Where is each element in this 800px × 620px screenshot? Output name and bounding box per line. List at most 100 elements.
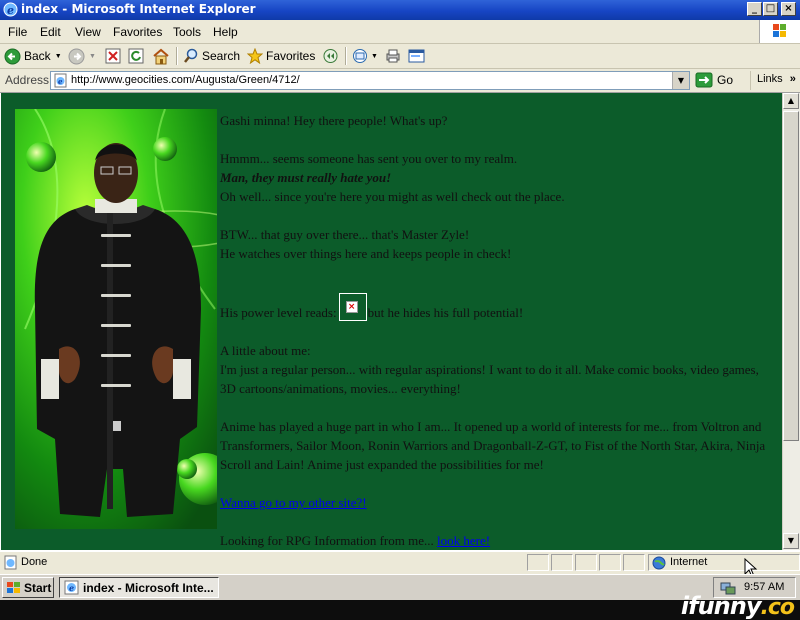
menu-help[interactable]: Help [213,25,238,39]
go-icon [695,72,713,88]
back-label: Back [24,49,51,63]
page-icon: e [54,73,67,88]
favorites-icon [247,48,263,64]
stop-button[interactable] [105,47,121,65]
menu-favorites[interactable]: Favorites [113,25,162,39]
svg-text:e: e [7,4,14,17]
go-label: Go [717,73,734,87]
favorites-label: Favorites [266,49,316,63]
refresh-icon [128,48,144,64]
status-pane [551,554,573,571]
address-url: http://www.geocities.com/Augusta/Green/4… [71,74,300,86]
status-bar: Done Internet [0,551,800,578]
menu-edit[interactable]: Edit [40,25,61,39]
rpg-prefix: Looking for RPG Information from me... [220,533,434,548]
address-label: Address [5,73,50,87]
address-bar: Address e http://www.geocities.com/Augus… [0,69,800,93]
status-text: Done [21,556,48,568]
menu-bar: File Edit View Favorites Tools Help [0,20,800,44]
menu-view[interactable]: View [75,25,101,39]
mail-icon [353,49,367,63]
links-label: Links [757,73,783,85]
edit-icon [408,49,425,63]
window-title: index - Microsoft Internet Explorer [21,2,256,16]
media-button[interactable] [322,47,339,65]
watermark-suffix: .co [760,595,795,620]
master-zyle-image [15,109,217,529]
watch-text: He watches over things here and keeps pe… [220,246,512,261]
menu-tools[interactable]: Tools [173,25,201,39]
svg-text:e: e [58,77,63,86]
chevron-down-icon[interactable]: ▼ [55,53,62,60]
search-button[interactable]: Search [183,47,240,65]
scroll-up-icon[interactable]: ▲ [783,93,799,109]
ie-icon: e [3,2,18,17]
scroll-thumb[interactable] [783,111,799,441]
menu-file[interactable]: File [8,25,27,39]
stop-icon [105,48,121,64]
chevron-right-icon: » [789,73,796,85]
rpg-text: Looking for RPG Information from me... l… [220,531,775,550]
mail-button[interactable]: ▼ [352,47,378,65]
title-bar[interactable]: e index - Microsoft Internet Explorer _ … [0,0,800,20]
maximize-button[interactable]: □ [763,2,778,16]
status-pane [623,554,645,571]
close-button[interactable]: × [781,2,796,16]
go-button[interactable]: Go [695,72,733,88]
status-pane [575,554,597,571]
edit-button[interactable] [408,47,425,65]
about-heading: A little about me: [220,343,311,358]
toolbar-separator [176,47,178,65]
links-button[interactable]: Links » [750,71,799,90]
page-text: Gashi minna! Hey there people! What's up… [220,111,775,550]
address-input[interactable]: e http://www.geocities.com/Augusta/Green… [50,71,690,90]
search-label: Search [202,49,241,63]
home-button[interactable] [152,47,170,65]
vertical-scrollbar[interactable]: ▲ ▼ [782,93,800,550]
hate-text: Man, they must really hate you! [220,170,392,185]
power-suffix: k, but he hides his full potential! [354,305,524,320]
chevron-down-icon[interactable]: ▼ [371,53,378,60]
windows-logo-icon [759,20,800,43]
check-text: Oh well... since you're here you might a… [220,189,565,204]
greeting-text: Gashi minna! Hey there people! What's up… [220,113,448,128]
anime-text: Anime has played a huge part in who I am… [220,419,766,472]
status-pane [527,554,549,571]
svg-text:e: e [69,583,74,593]
page-icon [4,555,17,570]
back-icon [4,48,21,64]
minimize-button[interactable]: _ [747,2,762,16]
print-button[interactable] [385,47,401,65]
watermark-main: ifunny [680,592,762,620]
forward-button[interactable]: ▼ [68,47,96,65]
standard-toolbar: Back ▼ ▼ Search Favorites ▼ [0,44,800,69]
forward-icon [68,48,85,64]
other-site-link[interactable]: Wanna go to my other site?! [220,495,367,510]
power-level-text: His power level reads: × k, but he hides h… [220,293,775,322]
taskbar-ie-window[interactable]: e index - Microsoft Inte... [59,577,219,598]
realm-text: Hmmm... seems someone has sent you over … [220,151,518,166]
back-button[interactable]: Back ▼ [4,47,62,65]
chevron-down-icon[interactable]: ▼ [89,53,96,60]
power-prefix: His power level reads: [220,305,337,320]
start-button[interactable]: Start [2,577,54,598]
toolbar-separator [345,47,347,65]
start-label: Start [24,580,52,595]
about-text: I'm just a regular person... with regula… [220,362,759,396]
ie-icon: e [64,580,79,595]
favorites-button[interactable]: Favorites [247,47,315,65]
start-flag-icon [7,581,20,593]
scroll-down-icon[interactable]: ▼ [783,533,799,549]
status-pane [599,554,621,571]
rpg-link[interactable]: look here! [437,533,490,548]
chevron-down-icon[interactable]: ▼ [672,72,689,89]
page-viewport[interactable]: Gashi minna! Hey there people! What's up… [1,93,782,550]
taskbar-ie-label: index - Microsoft Inte... [83,580,214,595]
search-icon [184,48,198,63]
home-icon [153,48,169,64]
globe-icon [652,556,666,570]
refresh-button[interactable] [128,47,144,65]
print-icon [386,49,400,63]
btw-text: BTW... that guy over there... that's Mas… [220,227,470,242]
zone-text: Internet [670,556,708,568]
